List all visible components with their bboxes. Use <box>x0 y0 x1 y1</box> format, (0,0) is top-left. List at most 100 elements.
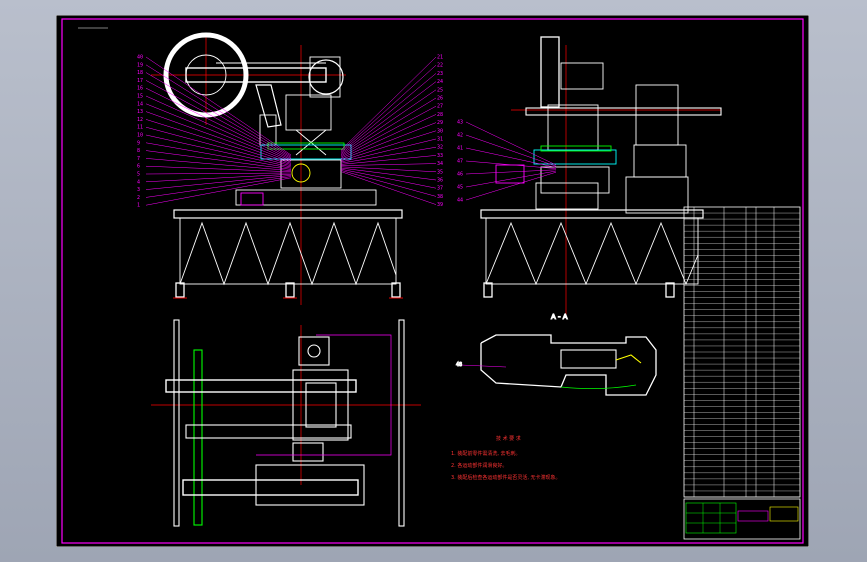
foot-right <box>391 282 401 298</box>
front-view <box>151 32 403 305</box>
leader-line <box>340 122 437 160</box>
leader-line <box>340 171 437 205</box>
side-motor <box>495 164 525 184</box>
section-label: A - A <box>551 313 568 321</box>
part-label: 16 <box>137 86 143 92</box>
detail-label: 48 <box>456 362 462 368</box>
section-slot <box>560 349 617 369</box>
leader-line <box>145 119 292 165</box>
section-leader <box>460 364 507 368</box>
cad-viewport[interactable]: 40 19 18 17 16 15 14 13 12 11 10 9 8 7 6 5 4 3 2 1 21 22 23 24 2… <box>56 15 809 547</box>
part-label: 11 <box>137 125 143 131</box>
part-label: 38 <box>437 194 443 200</box>
leader-line <box>340 114 437 159</box>
side-table-top <box>480 209 704 219</box>
part-label: 4 <box>137 179 140 185</box>
part-label: 15 <box>137 94 143 100</box>
part-label: 23 <box>437 71 443 77</box>
part-label: 1 <box>137 203 140 209</box>
part-label: 25 <box>437 87 443 93</box>
part-label: 24 <box>437 79 443 85</box>
part-label: 13 <box>137 109 143 115</box>
part-label: 47 <box>457 159 463 165</box>
side-slide <box>547 104 599 151</box>
part-label: 2 <box>137 195 140 201</box>
note-3: 3. 装配后检查各运动部件是否灵活, 无卡滞现象。 <box>451 474 561 481</box>
column-body <box>285 94 332 131</box>
top-carriage <box>292 442 324 462</box>
top-motor-shaft <box>307 344 321 358</box>
part-label: 37 <box>437 186 443 192</box>
part-label: 33 <box>437 153 443 159</box>
part-label: 6 <box>137 164 140 170</box>
top-motor <box>298 336 330 366</box>
part-label: 45 <box>457 185 463 191</box>
top-profile <box>256 334 392 456</box>
foot-mid <box>285 282 295 298</box>
section-a-a: A - A 48 <box>455 312 657 396</box>
part-label: 3 <box>137 187 140 193</box>
part-label: 34 <box>437 161 443 167</box>
part-label: 28 <box>437 112 443 118</box>
leader-line <box>340 163 437 166</box>
part-label: 44 <box>457 198 463 204</box>
side-table-truss <box>485 221 699 286</box>
part-label: 41 <box>457 146 463 152</box>
leader-line <box>340 89 437 156</box>
tech-notes: 技 术 要 求 1. 装配前零件需清洗, 去毛刺。 2. 各运动部件润滑良好。 … <box>451 435 561 481</box>
table-top <box>173 209 403 219</box>
leader-line <box>340 65 437 152</box>
front-leaders: 4019181716151413121110987654321212223242… <box>137 55 443 209</box>
leader-line <box>145 176 292 198</box>
notes-title: 技 术 要 求 <box>496 435 521 442</box>
leader-line <box>340 130 437 162</box>
side-column-cap <box>560 62 604 90</box>
part-label: 40 <box>137 55 143 61</box>
part-label: 17 <box>137 78 143 84</box>
parts-list <box>683 206 801 540</box>
part-label: 14 <box>137 101 143 107</box>
leader-line <box>145 64 292 157</box>
leader-line <box>340 97 437 157</box>
top-gripper-arm <box>182 479 359 496</box>
title-name-cell <box>737 510 769 522</box>
leader-line <box>340 81 437 154</box>
side-base <box>540 166 610 194</box>
note-2: 2. 各运动部件润滑良好。 <box>451 462 507 469</box>
leader-line <box>145 177 292 206</box>
top-view <box>151 319 421 527</box>
part-label: 21 <box>437 55 443 61</box>
top-gripper-box <box>255 464 365 506</box>
part-label: 31 <box>437 137 443 143</box>
part-label: 22 <box>437 63 443 69</box>
leader-line <box>145 172 292 175</box>
leader-line <box>465 121 557 166</box>
turntable-top <box>267 142 345 150</box>
side-gripper-base <box>625 176 689 214</box>
top-outline-left <box>173 319 180 527</box>
table-truss <box>179 221 397 286</box>
side-column <box>540 36 560 108</box>
leader-line <box>340 155 437 165</box>
part-label: 29 <box>437 120 443 126</box>
title-drawing-no <box>769 506 799 522</box>
title-block-grid <box>685 502 737 534</box>
part-label: 19 <box>137 62 143 68</box>
leader-line <box>340 170 437 197</box>
part-label: 36 <box>437 178 443 184</box>
leader-line <box>145 175 292 190</box>
leader-line <box>340 73 437 153</box>
section-curve <box>560 384 637 389</box>
section-hatch <box>615 354 642 364</box>
part-label: 42 <box>457 133 463 139</box>
side-table-frame <box>485 217 699 285</box>
side-foot-left <box>483 282 493 298</box>
part-label: 46 <box>457 172 463 178</box>
leader-line <box>340 56 437 151</box>
side-gripper-body <box>633 144 687 178</box>
top-outline-right <box>398 319 405 527</box>
part-label: 5 <box>137 172 140 178</box>
leader-line <box>340 166 437 173</box>
side-foot-right <box>665 282 675 298</box>
leader-line <box>340 167 437 181</box>
